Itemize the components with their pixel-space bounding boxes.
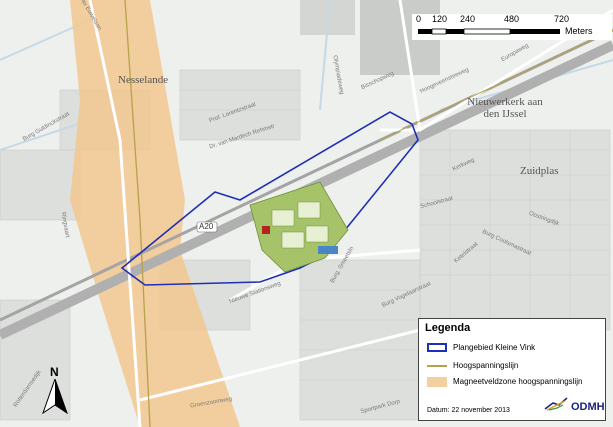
scale-tick: 120	[432, 14, 448, 24]
odmh-logo: ODMH	[571, 401, 605, 413]
legend-item-label: Hoogspanningslijn	[453, 361, 519, 370]
scale-tick: 720	[554, 14, 570, 24]
legend-item-label: Magneetveldzone hoogspanningslijn	[453, 377, 583, 387]
place-label-nieuwerkerk-text: Nieuwerkerk aan den IJssel	[467, 96, 543, 120]
legend-panel: Legenda Plangebied Kleine Vink Hoogspann…	[418, 318, 606, 421]
north-arrow-icon	[42, 379, 68, 415]
legend-title: Legenda	[425, 322, 471, 334]
legend-item-plangebied: Plangebied Kleine Vink	[427, 343, 536, 353]
road-shield-label: A20	[199, 222, 214, 231]
scale-bar: 0 120 240 480 720 Meters	[412, 14, 612, 40]
line-swatch-icon	[427, 364, 447, 367]
fill-swatch-icon	[427, 377, 447, 387]
legend-date: Datum: 22 november 2013	[427, 407, 510, 414]
scale-tick: 480	[504, 14, 520, 24]
outline-swatch-icon	[427, 343, 447, 353]
scale-tick: 240	[460, 14, 476, 24]
north-arrow: N	[40, 365, 70, 415]
place-label-nieuwerkerk: Nieuwerkerk aan den IJssel	[465, 96, 545, 120]
map-canvas[interactable]: A20 Nesselande Nieuwerkerk aan den IJsse…	[0, 0, 613, 427]
north-arrow-label: N	[50, 365, 59, 379]
legend-item-hoogspanningslijn: Hoogspanningslijn	[427, 361, 518, 370]
legend-item-label: Plangebied Kleine Vink	[453, 343, 536, 352]
scale-tick: 0	[416, 14, 422, 24]
legend-item-magneetveldzone: Magneetveldzone hoogspanningslijn	[427, 377, 582, 387]
odmh-logo-icon	[544, 397, 568, 411]
scale-unit: Meters	[565, 26, 593, 36]
place-label-nesselande: Nesselande	[118, 74, 169, 86]
place-label-zuidplas: Zuidplas	[520, 165, 559, 177]
